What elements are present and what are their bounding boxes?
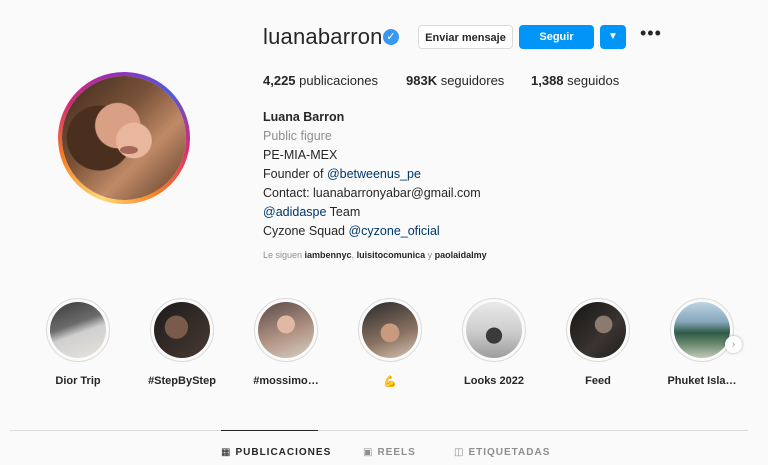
stat-followers[interactable]: 983K seguidores (406, 73, 504, 88)
follower-link[interactable]: luisitocomunica (357, 250, 426, 260)
grid-icon: ▦ (221, 447, 232, 458)
highlight-ring (670, 298, 734, 362)
send-message-button[interactable]: Enviar mensaje (418, 25, 513, 49)
highlight-cover (50, 302, 106, 358)
followers-count: 983K (406, 73, 438, 88)
tagged-icon: ◫ (454, 447, 465, 458)
highlight-item[interactable]: #mossimo… (253, 298, 319, 387)
highlight-label: Feed (585, 375, 611, 387)
bio-line-founder: Founder of @betweenus_pe (263, 165, 481, 184)
highlight-label: Dior Trip (55, 375, 101, 387)
profile-category: Public figure (263, 129, 332, 143)
chevron-down-icon[interactable]: ▼ (600, 25, 626, 49)
follower-link[interactable]: paolaidalmy (435, 250, 487, 260)
bio-line-cyzone: Cyzone Squad @cyzone_oficial (263, 222, 481, 241)
highlight-cover (258, 302, 314, 358)
highlight-label: 💪 (383, 376, 397, 388)
posts-label: publicaciones (299, 73, 378, 88)
reels-icon: ▣ (363, 447, 374, 458)
highlight-item[interactable]: Dior Trip (46, 298, 110, 387)
follower-link[interactable]: iambennyc (305, 250, 352, 260)
bio-line-adidas: @adidaspe Team (263, 203, 481, 222)
highlight-label: #mossimo… (253, 375, 319, 387)
followers-label: seguidores (440, 73, 505, 88)
highlight-cover (466, 302, 522, 358)
highlight-ring (566, 298, 630, 362)
highlight-item[interactable]: 💪 (358, 298, 422, 388)
highlight-ring (150, 298, 214, 362)
highlight-item[interactable]: #StepByStep (148, 298, 216, 387)
following-label: seguidos (567, 73, 620, 88)
tab-tagged[interactable]: ◫ ETIQUETADAS (454, 447, 550, 458)
tab-label: ETIQUETADAS (468, 447, 551, 458)
follow-button[interactable]: Seguir (519, 25, 594, 49)
highlight-ring (358, 298, 422, 362)
avatar-photo (62, 76, 186, 200)
highlight-cover (570, 302, 626, 358)
highlight-cover (674, 302, 730, 358)
bio-line-contact: Contact: luanabarronyabar@gmail.com (263, 186, 481, 200)
highlight-label: #StepByStep (148, 375, 216, 387)
highlight-item[interactable]: Feed (566, 298, 630, 387)
bio-text: Team (326, 205, 361, 219)
avatar-detail (120, 146, 138, 154)
highlight-label: Phuket Isla… (667, 375, 737, 387)
stat-following[interactable]: 1,388 seguidos (531, 73, 619, 88)
profile-username: luanabarron (263, 24, 383, 49)
mention-link-betweenus[interactable]: @betweenus_pe (327, 167, 421, 181)
mention-link-cyzone[interactable]: @cyzone_oficial (348, 224, 439, 238)
highlight-item[interactable]: Looks 2022 (462, 298, 526, 387)
highlight-label: Looks 2022 (464, 375, 524, 387)
more-icon[interactable]: ••• (640, 24, 661, 46)
highlight-ring (462, 298, 526, 362)
bio-text: Founder of (263, 167, 327, 181)
tab-label: REELS (377, 447, 416, 458)
followed-by-prefix: Le siguen (263, 250, 305, 260)
verified-badge-icon: ✓ (383, 29, 399, 45)
tab-posts[interactable]: ▦ PUBLICACIONES (221, 447, 331, 458)
separator: y (425, 250, 435, 260)
posts-count: 4,225 (263, 73, 296, 88)
tab-reels[interactable]: ▣ REELS (363, 447, 416, 458)
tabs-divider (10, 430, 748, 431)
highlight-ring (254, 298, 318, 362)
highlight-cover (154, 302, 210, 358)
stat-posts: 4,225 publicaciones (263, 73, 378, 88)
tab-label: PUBLICACIONES (235, 447, 332, 458)
bio-line-locations: PE-MIA-MEX (263, 148, 338, 162)
highlight-ring (46, 298, 110, 362)
profile-avatar[interactable] (58, 72, 190, 204)
profile-full-name: Luana Barron (263, 110, 345, 124)
following-count: 1,388 (531, 73, 564, 88)
mention-link-adidaspe[interactable]: @adidaspe (263, 205, 326, 219)
active-tab-indicator (221, 430, 318, 431)
profile-bio: Luana Barron Public figure PE-MIA-MEX Fo… (263, 108, 481, 241)
highlight-cover (362, 302, 418, 358)
followed-by[interactable]: Le siguen iambennyc, luisitocomunica y p… (263, 250, 487, 260)
chevron-right-icon[interactable]: › (725, 336, 742, 353)
bio-text: Cyzone Squad (263, 224, 349, 238)
